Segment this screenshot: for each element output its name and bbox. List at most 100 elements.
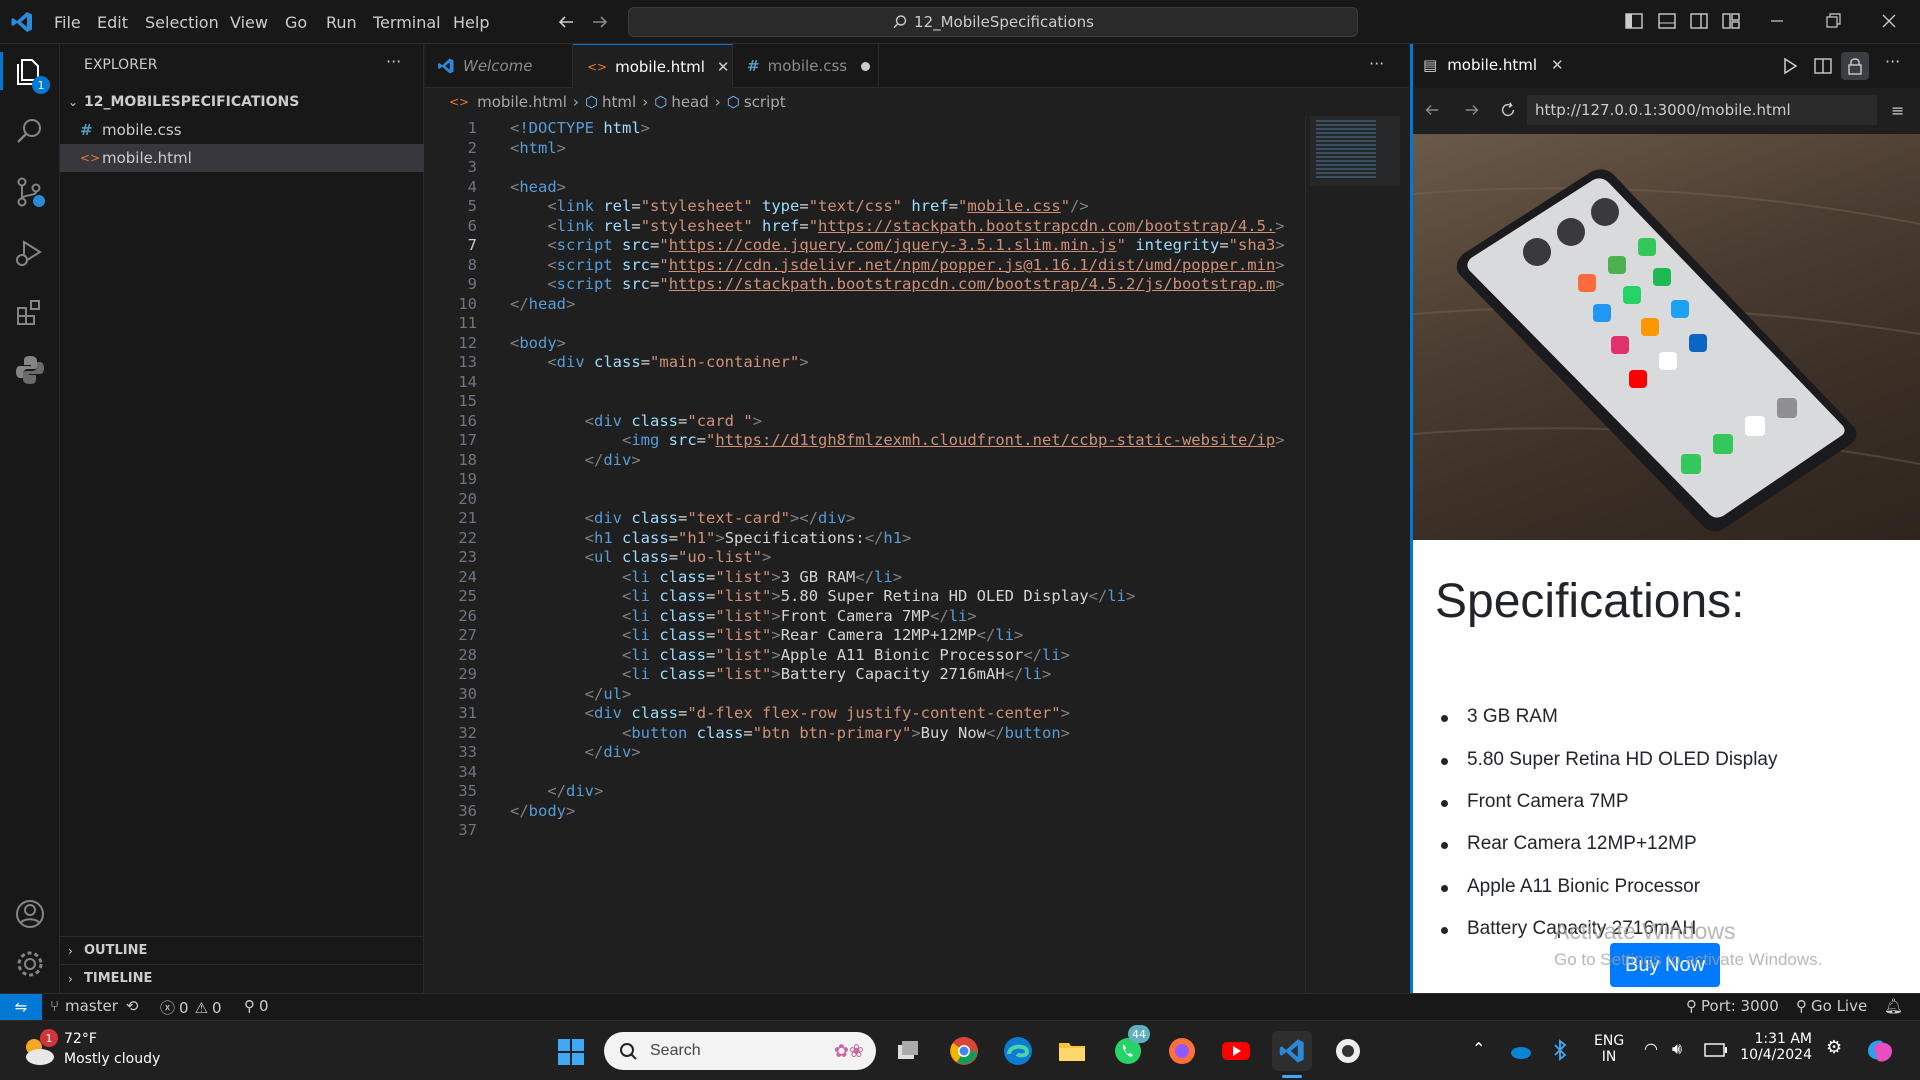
toggle-primary-sidebar-icon[interactable]: [1623, 10, 1645, 32]
unsaved-dot-icon[interactable]: [861, 61, 871, 71]
menu-selection[interactable]: Selection: [145, 0, 219, 44]
html-file-icon: <>: [449, 95, 470, 109]
whatsapp-icon[interactable]: 44: [1108, 1025, 1150, 1071]
copilot-icon[interactable]: [1864, 1035, 1896, 1067]
tab-preview[interactable]: ▤ mobile.html ✕: [1423, 56, 1564, 74]
battery-icon[interactable]: [1704, 1043, 1728, 1057]
settings-gear-icon[interactable]: ⚙: [1826, 1037, 1842, 1058]
code-line[interactable]: </head>: [510, 292, 575, 316]
code-line[interactable]: </div>: [510, 740, 641, 764]
task-view-icon[interactable]: [888, 1031, 928, 1071]
breadcrumb-head[interactable]: head: [671, 93, 708, 111]
preview-more-button[interactable]: ···: [1885, 52, 1900, 71]
source-control-icon[interactable]: [12, 174, 48, 210]
wifi-icon[interactable]: ◠: [1644, 1039, 1658, 1058]
command-center[interactable]: 12_MobileSpecifications: [628, 7, 1358, 37]
close-tab-icon[interactable]: ✕: [717, 58, 730, 76]
toggle-panel-icon[interactable]: [1656, 10, 1678, 32]
file-row-mobile-html[interactable]: <> mobile.html: [60, 144, 424, 172]
tab-mobile-html[interactable]: <> mobile.html ✕: [573, 44, 733, 88]
folder-row[interactable]: ⌄ 12_MOBILESPECIFICATIONS: [60, 88, 424, 116]
back-arrow-icon[interactable]: [1423, 101, 1441, 119]
minimize-icon[interactable]: [1766, 10, 1788, 32]
spec-heading: Specifications:: [1435, 575, 1745, 628]
edge-icon[interactable]: [998, 1031, 1038, 1071]
bluetooth-icon[interactable]: [1552, 1039, 1568, 1061]
outline-section[interactable]: › OUTLINE: [60, 936, 424, 964]
accounts-icon[interactable]: [12, 896, 48, 932]
timeline-section[interactable]: › TIMELINE: [60, 964, 424, 992]
problems-indicator[interactable]: ⓧ 0 ⚠ 0: [160, 997, 222, 1018]
sync-icon: ⟲: [125, 997, 139, 1015]
branch-indicator[interactable]: ⑂ master ⟲: [50, 997, 139, 1015]
clock[interactable]: 1:31 AM 10/4/2024: [1740, 1031, 1812, 1063]
minimap[interactable]: [1305, 116, 1409, 993]
breadcrumb-html[interactable]: html: [602, 93, 636, 111]
taskbar-search[interactable]: Search ✿❀: [604, 1032, 876, 1070]
menu-view[interactable]: View: [230, 0, 268, 44]
close-tab-icon[interactable]: ✕: [1551, 56, 1564, 74]
lock-button[interactable]: [1841, 52, 1869, 80]
windows-start-icon[interactable]: [556, 1037, 586, 1067]
code-line[interactable]: <script src="https://stackpath.bootstrap…: [510, 272, 1284, 296]
run-icon[interactable]: [1780, 56, 1800, 76]
settings-gear-icon[interactable]: [12, 946, 48, 982]
code-line[interactable]: </body>: [510, 799, 575, 823]
menu-edit[interactable]: Edit: [97, 0, 128, 44]
split-editor-icon[interactable]: [1813, 56, 1833, 76]
explorer-more-button[interactable]: ···: [386, 52, 401, 71]
remote-icon: ⇋: [14, 998, 28, 1016]
menu-terminal[interactable]: Terminal: [373, 0, 441, 44]
code-line[interactable]: <html>: [510, 136, 566, 160]
show-hidden-icons-chevron-icon[interactable]: ⌃: [1472, 1039, 1485, 1058]
back-arrow-icon[interactable]: [556, 12, 576, 32]
vscode-taskbar-icon[interactable]: [1272, 1031, 1312, 1071]
tab-label: Welcome: [463, 57, 533, 75]
forward-arrow-icon[interactable]: [1463, 101, 1481, 119]
code-editor[interactable]: 1 <!DOCTYPE html> 2 <html> 3 4 <head> 5 <link r…: [425, 116, 1305, 993]
language-indicator[interactable]: ENG IN: [1594, 1033, 1624, 1065]
url-input[interactable]: http://127.0.0.1:3000/mobile.html: [1527, 95, 1877, 125]
go-live-button[interactable]: ⚲ Go Live: [1796, 997, 1867, 1015]
breadcrumb-script[interactable]: script: [744, 93, 786, 111]
code-line[interactable]: </div>: [510, 448, 641, 472]
notification-bell-icon[interactable]: 🔔︎: [1884, 997, 1903, 1015]
menu-file[interactable]: File: [54, 0, 81, 44]
file-explorer-icon[interactable]: [1052, 1031, 1092, 1071]
menu-icon[interactable]: ≡: [1891, 101, 1904, 120]
chrome-icon[interactable]: [944, 1031, 984, 1071]
ports-indicator[interactable]: ⚲ 0: [244, 997, 269, 1015]
volume-icon[interactable]: 🔊︎: [1672, 1039, 1682, 1059]
html-file-icon: <>: [587, 59, 608, 74]
editor-tabs: Welcome <> mobile.html ✕ # mobile.css ··…: [425, 44, 1409, 88]
forward-arrow-icon[interactable]: [590, 12, 610, 32]
extensions-icon[interactable]: [12, 294, 48, 330]
error-icon: ⓧ: [160, 999, 176, 1017]
close-window-icon[interactable]: [1878, 10, 1900, 32]
app-icon[interactable]: [1328, 1031, 1368, 1071]
menu-go[interactable]: Go: [285, 0, 307, 44]
refresh-icon[interactable]: [1499, 101, 1517, 119]
tab-welcome[interactable]: Welcome: [425, 44, 573, 88]
menu-help[interactable]: Help: [453, 0, 489, 44]
python-icon[interactable]: [12, 352, 48, 388]
restore-icon[interactable]: [1822, 10, 1844, 32]
file-row-mobile-css[interactable]: # mobile.css: [60, 116, 424, 144]
firefox-icon[interactable]: [1162, 1031, 1202, 1071]
code-line[interactable]: <div class="main-container">: [510, 350, 808, 374]
onedrive-icon[interactable]: [1508, 1041, 1532, 1061]
youtube-icon[interactable]: [1216, 1031, 1256, 1071]
editor-more-button[interactable]: ···: [1369, 54, 1384, 73]
run-debug-icon[interactable]: [12, 234, 48, 270]
search-placeholder: Search: [650, 1042, 701, 1059]
remote-button[interactable]: ⇋: [0, 994, 42, 1020]
menu-run[interactable]: Run: [326, 0, 357, 44]
toggle-secondary-sidebar-icon[interactable]: [1688, 10, 1710, 32]
port-indicator[interactable]: ⚲ Port: 3000: [1686, 997, 1779, 1015]
weather-widget-icon[interactable]: 1: [18, 1029, 58, 1071]
customize-layout-icon[interactable]: [1720, 10, 1742, 32]
breadcrumb-file[interactable]: mobile.html: [477, 93, 567, 111]
spec-item: 3 GB RAM: [1467, 706, 1558, 727]
search-icon[interactable]: [12, 114, 48, 150]
tab-mobile-css[interactable]: # mobile.css: [733, 44, 879, 88]
